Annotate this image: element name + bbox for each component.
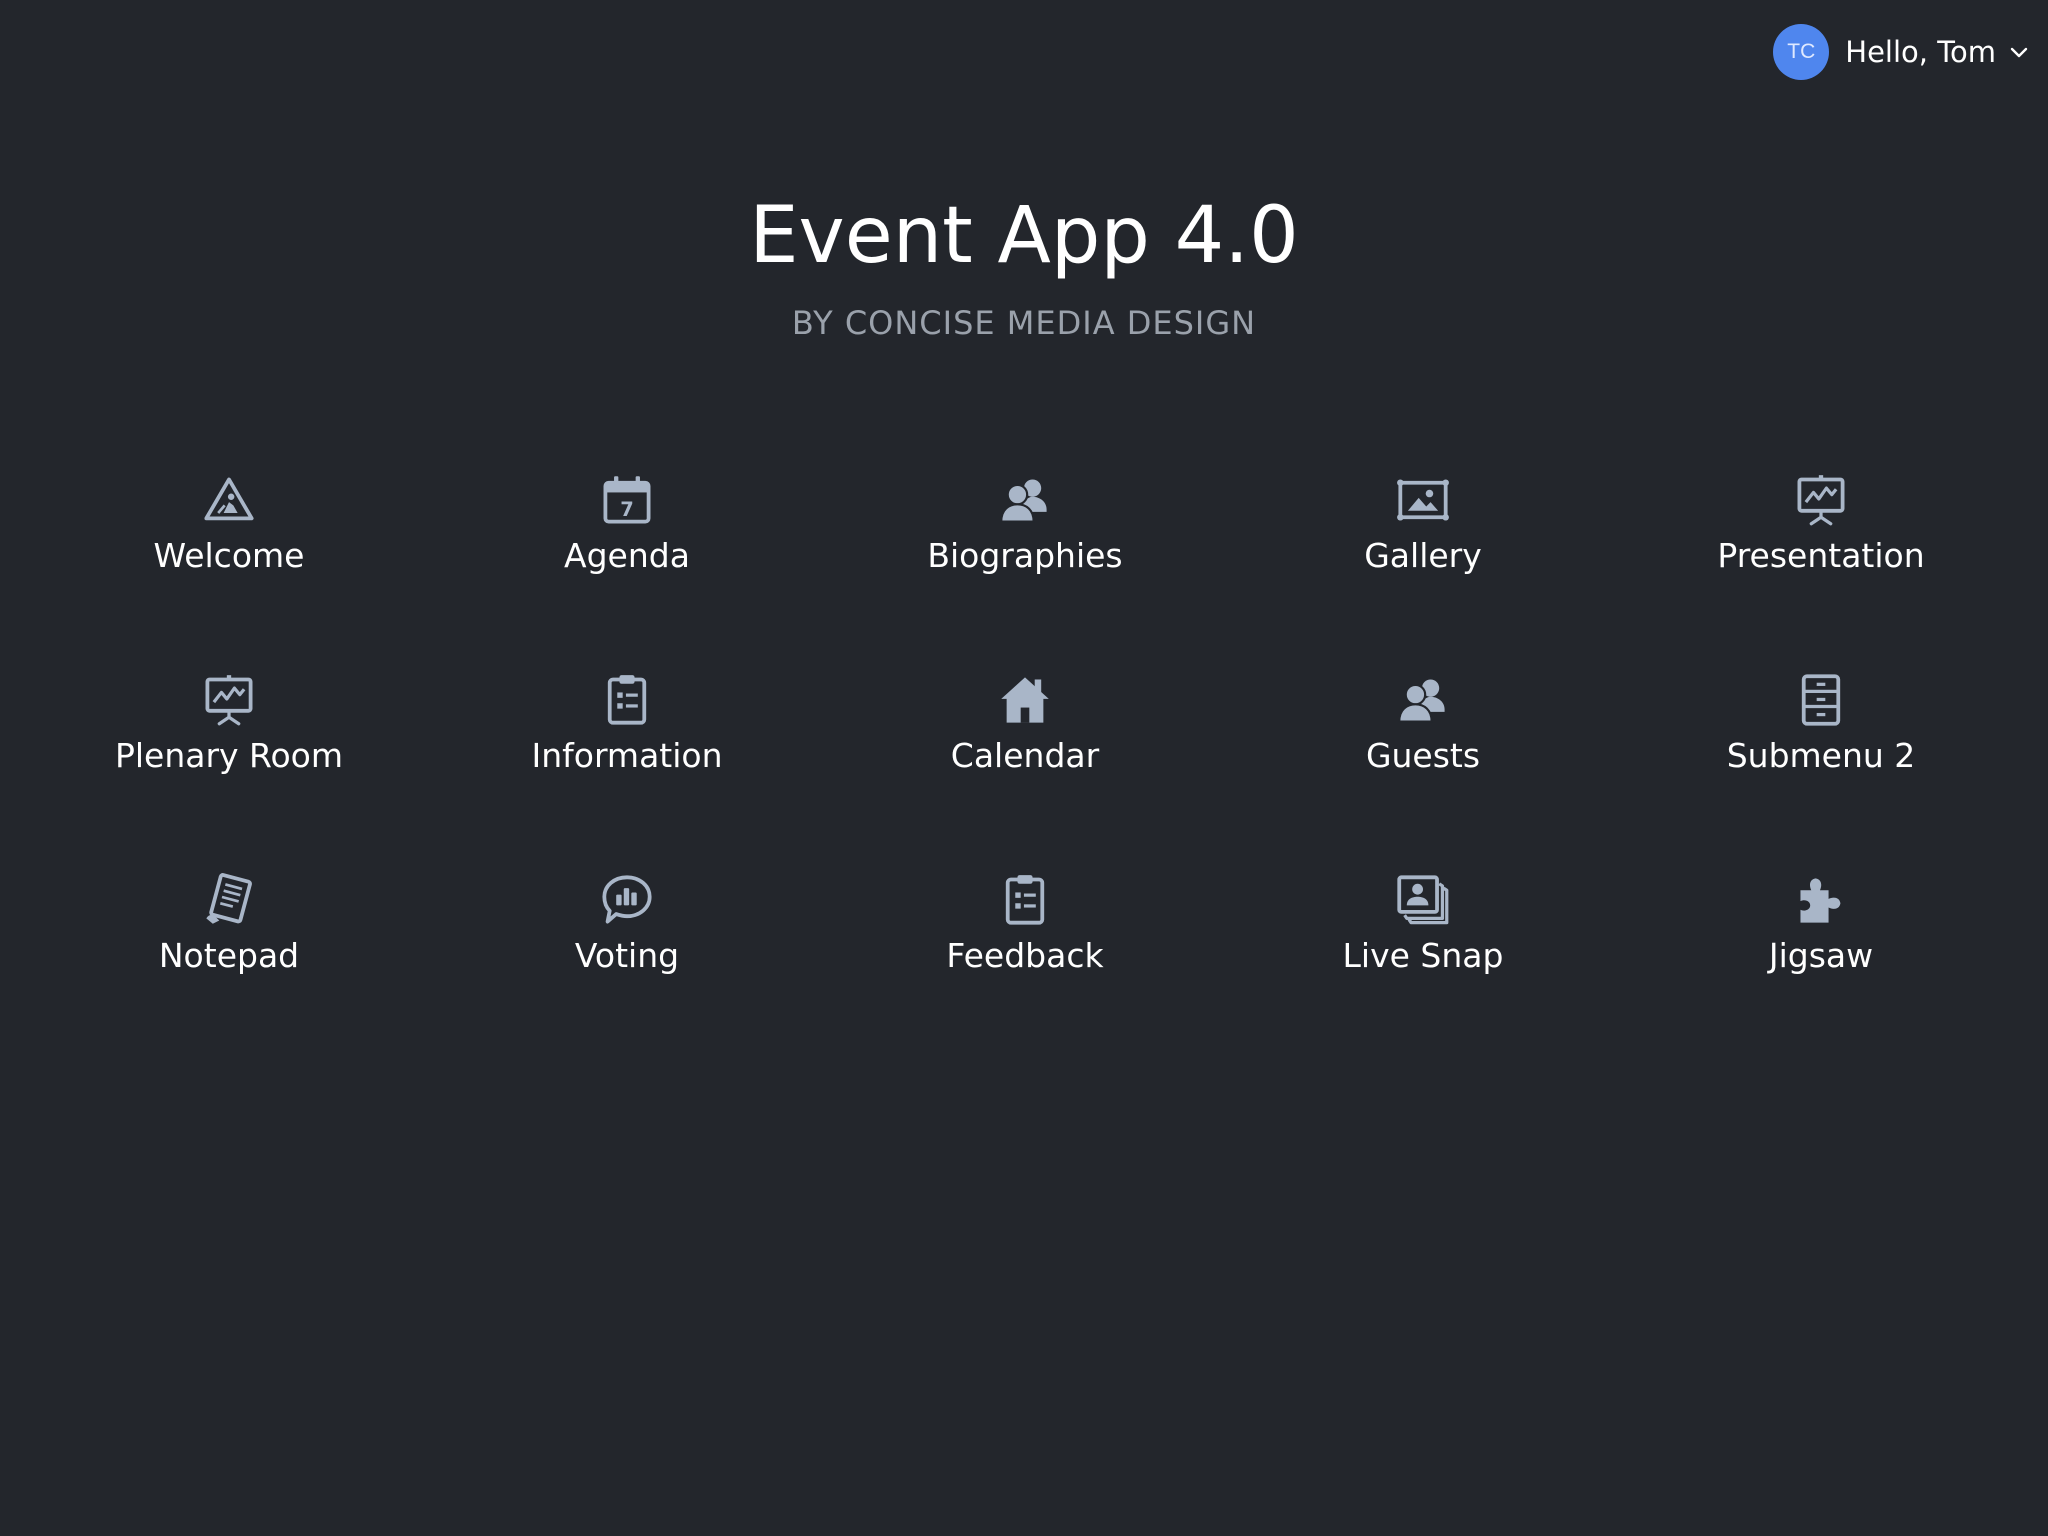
clipboard-list-icon [997,872,1053,928]
users-icon [997,472,1053,528]
tile-label: Biographies [927,536,1123,575]
puzzle-icon [1793,872,1849,928]
tile-calendar[interactable]: Calendar [826,672,1224,872]
tile-welcome[interactable]: Welcome [30,472,428,672]
app-subtitle: BY CONCISE MEDIA DESIGN [791,304,1257,342]
tile-feedback[interactable]: Feedback [826,872,1224,1072]
photo-stack-icon [1395,872,1451,928]
tile-information[interactable]: Information [428,672,826,872]
notepad-icon [201,872,257,928]
presentation-board-icon [201,672,257,728]
tile-label: Feedback [946,936,1104,975]
clipboard-list-icon [599,672,655,728]
tile-agenda[interactable]: 7 Agenda [428,472,826,672]
construction-warning-icon [201,472,257,528]
tile-label: Notepad [158,936,300,975]
tile-label: Plenary Room [114,736,344,775]
tile-label: Calendar [950,736,1100,775]
tile-label: Welcome [153,536,305,575]
home-screen: TC Hello, Tom Event App 4.0 BY CONCISE M… [0,0,2048,1536]
user-greeting[interactable]: Hello, Tom [1845,35,1996,69]
chat-poll-icon [599,872,655,928]
tile-label: Information [531,736,723,775]
tile-label: Agenda [564,536,690,575]
tile-jigsaw[interactable]: Jigsaw [1622,872,2020,1072]
app-title: Event App 4.0 [749,191,1299,281]
tile-submenu-2[interactable]: Submenu 2 [1622,672,2020,872]
users-icon [1395,672,1451,728]
avatar[interactable]: TC [1773,24,1830,80]
app-header: Event App 4.0 BY CONCISE MEDIA DESIGN [0,186,2048,342]
calendar-icon: 7 [599,472,655,528]
tile-label: Gallery [1364,536,1482,575]
user-menu[interactable]: TC Hello, Tom [1773,23,2030,81]
chevron-down-icon[interactable] [2008,41,2030,63]
tile-presentation[interactable]: Presentation [1622,472,2020,672]
tile-guests[interactable]: Guests [1224,672,1622,872]
tile-voting[interactable]: Voting [428,872,826,1072]
home-icon [997,672,1053,728]
file-cabinet-icon [1793,672,1849,728]
menu-grid: Welcome 7 Agenda Biographies Gallery Pre… [30,472,2020,1072]
tile-live-snap[interactable]: Live Snap [1224,872,1622,1072]
svg-text:7: 7 [620,498,634,521]
tile-label: Jigsaw [1768,936,1874,975]
tile-label: Presentation [1717,536,1925,575]
tile-biographies[interactable]: Biographies [826,472,1224,672]
tile-label: Guests [1365,736,1481,775]
tile-label: Live Snap [1342,936,1504,975]
tile-label: Voting [574,936,680,975]
tile-label: Submenu 2 [1726,736,1916,775]
picture-frame-icon [1395,472,1451,528]
presentation-board-icon [1793,472,1849,528]
tile-notepad[interactable]: Notepad [30,872,428,1072]
tile-plenary-room[interactable]: Plenary Room [30,672,428,872]
tile-gallery[interactable]: Gallery [1224,472,1622,672]
